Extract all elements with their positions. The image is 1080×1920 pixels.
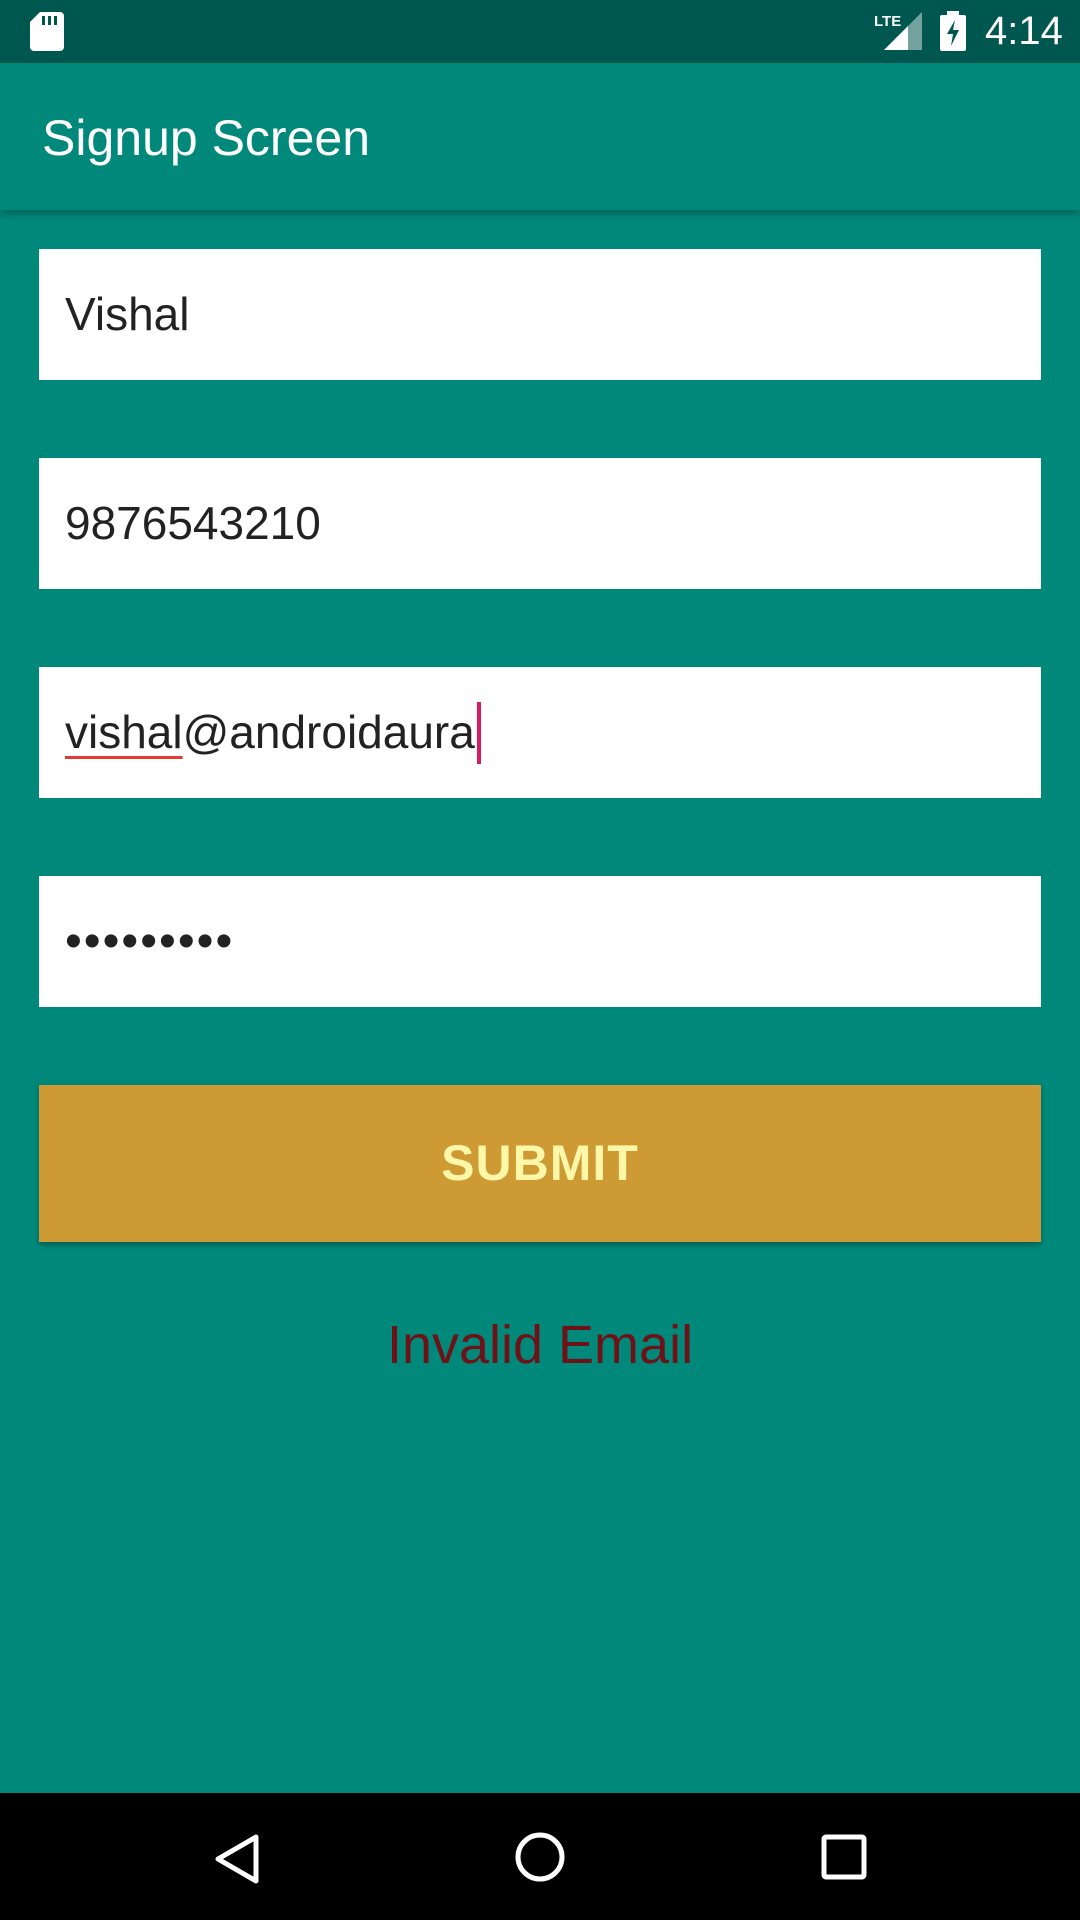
recents-icon[interactable] — [820, 1833, 868, 1881]
email-domain-part: @androidaura — [182, 706, 475, 758]
error-message: Invalid Email — [386, 1315, 694, 1375]
name-field[interactable]: Vishal — [39, 249, 1041, 380]
password-field[interactable]: ••••••••• — [39, 876, 1041, 1007]
page-title: Signup Screen — [42, 110, 371, 166]
status-clock: 4:14 — [985, 9, 1063, 53]
svg-text:LTE: LTE — [874, 13, 901, 30]
status-bar: LTE 4:14 — [0, 0, 1080, 63]
name-field-value: Vishal — [65, 288, 190, 340]
lte-signal-icon: LTE — [874, 12, 922, 50]
email-user-part: vishal — [65, 706, 183, 758]
submit-button[interactable]: SUBMIT — [39, 1085, 1041, 1242]
phone-field-value: 9876543210 — [65, 497, 321, 549]
submit-button-label: SUBMIT — [441, 1135, 639, 1191]
password-field-value: ••••••••• — [65, 915, 235, 968]
sd-card-icon — [30, 12, 64, 51]
app-bar: Signup Screen — [0, 63, 1080, 210]
email-field-value: vishal@androidaura — [65, 667, 481, 798]
text-cursor — [476, 701, 481, 764]
back-icon[interactable] — [212, 1833, 262, 1885]
battery-charging-icon — [940, 11, 966, 51]
home-icon[interactable] — [514, 1831, 566, 1883]
navigation-bar — [0, 1793, 1080, 1920]
email-field[interactable]: vishal@androidaura — [39, 667, 1041, 798]
phone-field[interactable]: 9876543210 — [39, 458, 1041, 589]
